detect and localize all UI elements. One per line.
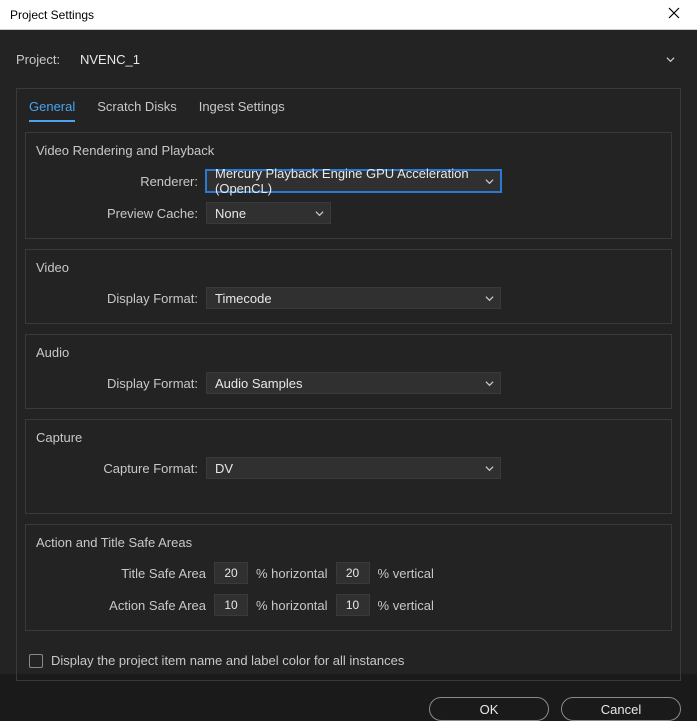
vertical-unit: % vertical — [378, 566, 446, 581]
chevron-down-icon — [485, 294, 494, 303]
video-format-label: Display Format: — [36, 291, 206, 306]
capture-format-value: DV — [215, 461, 233, 476]
row-action-safe: Action Safe Area 10 % horizontal 10 % ve… — [36, 594, 661, 616]
section-audio: Audio Display Format: Audio Samples — [25, 334, 672, 409]
vertical-unit: % vertical — [378, 598, 446, 613]
row-preview-cache: Preview Cache: None — [36, 202, 661, 224]
ok-button[interactable]: OK — [429, 697, 549, 721]
tab-general[interactable]: General — [29, 99, 75, 122]
section-rendering: Video Rendering and Playback Renderer: M… — [25, 132, 672, 239]
renderer-select[interactable]: Mercury Playback Engine GPU Acceleration… — [206, 170, 501, 192]
video-format-select[interactable]: Timecode — [206, 287, 501, 309]
horizontal-unit: % horizontal — [256, 598, 328, 613]
preview-cache-label: Preview Cache: — [36, 206, 206, 221]
action-safe-v-input[interactable]: 10 — [336, 594, 370, 616]
row-video-format: Display Format: Timecode — [36, 287, 661, 309]
row-capture-format: Capture Format: DV — [36, 457, 661, 479]
cancel-button[interactable]: Cancel — [561, 697, 681, 721]
chevron-down-icon — [485, 464, 494, 473]
renderer-select-value: Mercury Playback Engine GPU Acceleration… — [215, 166, 479, 196]
horizontal-unit: % horizontal — [256, 566, 328, 581]
close-icon — [668, 6, 680, 24]
audio-format-label: Display Format: — [36, 376, 206, 391]
chevron-down-icon — [666, 55, 675, 64]
capture-format-label: Capture Format: — [36, 461, 206, 476]
audio-format-value: Audio Samples — [215, 376, 302, 391]
display-label-color-checkbox[interactable] — [29, 654, 43, 668]
section-safe-areas: Action and Title Safe Areas Title Safe A… — [25, 524, 672, 631]
action-safe-h-input[interactable]: 10 — [214, 594, 248, 616]
tab-scratch-disks[interactable]: Scratch Disks — [97, 99, 176, 122]
preview-cache-select[interactable]: None — [206, 202, 331, 224]
action-safe-label: Action Safe Area — [36, 598, 206, 613]
section-capture-title: Capture — [36, 430, 661, 445]
project-label: Project: — [16, 52, 66, 67]
capture-format-select[interactable]: DV — [206, 457, 501, 479]
audio-format-select[interactable]: Audio Samples — [206, 372, 501, 394]
chevron-down-icon — [315, 209, 324, 218]
row-renderer: Renderer: Mercury Playback Engine GPU Ac… — [36, 170, 661, 192]
project-row: Project: NVENC_1 — [16, 48, 681, 70]
close-button[interactable] — [659, 0, 689, 30]
preview-cache-value: None — [215, 206, 246, 221]
window-title: Project Settings — [10, 8, 94, 22]
section-audio-title: Audio — [36, 345, 661, 360]
display-label-color-text: Display the project item name and label … — [51, 653, 404, 668]
titlebar: Project Settings — [0, 0, 697, 30]
project-settings-window: Project Settings Project: NVENC_1 Genera… — [0, 0, 697, 674]
section-video-title: Video — [36, 260, 661, 275]
dialog-footer: OK Cancel — [0, 697, 697, 721]
chevron-down-icon — [485, 177, 494, 186]
settings-panel: General Scratch Disks Ingest Settings Vi… — [16, 88, 681, 681]
row-audio-format: Display Format: Audio Samples — [36, 372, 661, 394]
project-select-value: NVENC_1 — [80, 52, 140, 67]
project-select[interactable]: NVENC_1 — [76, 48, 681, 70]
section-video: Video Display Format: Timecode — [25, 249, 672, 324]
section-capture: Capture Capture Format: DV — [25, 419, 672, 514]
dialog-body: Project: NVENC_1 General Scratch Disks I… — [0, 30, 697, 697]
section-rendering-title: Video Rendering and Playback — [36, 143, 661, 158]
video-format-value: Timecode — [215, 291, 272, 306]
row-title-safe: Title Safe Area 20 % horizontal 20 % ver… — [36, 562, 661, 584]
tabs: General Scratch Disks Ingest Settings — [17, 89, 680, 122]
chevron-down-icon — [485, 379, 494, 388]
tab-ingest-settings[interactable]: Ingest Settings — [199, 99, 285, 122]
renderer-label: Renderer: — [36, 174, 206, 189]
title-safe-label: Title Safe Area — [36, 566, 206, 581]
sections: Video Rendering and Playback Renderer: M… — [17, 122, 680, 680]
title-safe-h-input[interactable]: 20 — [214, 562, 248, 584]
section-safe-title: Action and Title Safe Areas — [36, 535, 661, 550]
title-safe-v-input[interactable]: 20 — [336, 562, 370, 584]
row-display-label-color: Display the project item name and label … — [25, 641, 672, 672]
